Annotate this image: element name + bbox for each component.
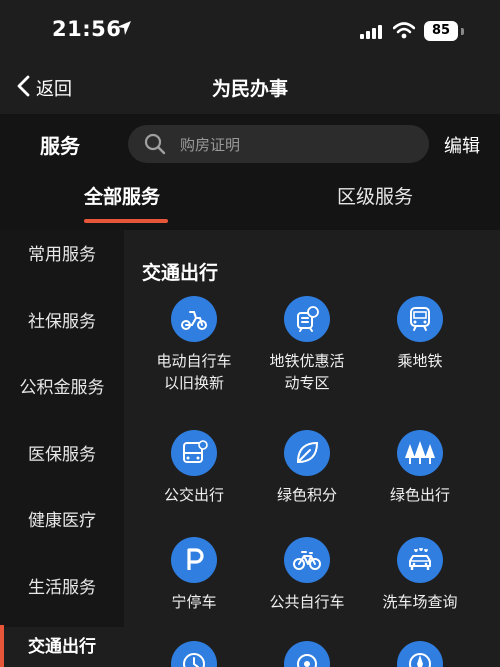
status-time: 21:56 [52,17,122,41]
page-title: 为民办事 [211,78,288,100]
bicycle-icon [284,537,330,583]
service-item[interactable]: 绿色积分 [247,430,367,506]
sidebar-item-social-security[interactable]: 社保服务 [0,302,124,342]
service-label: 电动自行车 [156,352,232,370]
bus-icon [171,430,217,476]
nav-bar: 为民办事 返回 [0,62,500,114]
tab-district-services[interactable]: 区级服务 [337,182,413,209]
service-item[interactable]: 绿色出行 [360,430,480,506]
service-item-partial[interactable] [134,641,254,667]
sidebar-item-housing-fund[interactable]: 公积金服务 [0,368,124,408]
battery-level: 85 [424,21,458,41]
service-item-partial[interactable] [360,641,480,667]
edit-button[interactable]: 编辑 [444,132,480,158]
compass-icon [397,641,443,667]
service-item[interactable]: 乘地铁 [360,296,480,372]
service-label-line2: 动专区 [284,374,330,392]
service-label: 乘地铁 [397,352,443,370]
service-label: 服务 [40,134,80,158]
sidebar-item-transport[interactable]: 交通出行 [0,627,124,667]
sidebar-item-life[interactable]: 生活服务 [0,568,124,608]
back-label: 返回 [36,79,72,100]
service-label: 地铁优惠活 [269,352,345,370]
cellular-signal-icon [360,24,382,43]
metro-icon [397,296,443,342]
search-input[interactable]: 购房证明 [128,125,429,163]
service-item-partial[interactable] [247,641,367,667]
metro-ticket-icon [284,296,330,342]
search-row: 服务 购房证明 编辑 [0,114,500,174]
service-label: 公交出行 [163,486,224,504]
service-item[interactable]: 洗车场查询 [360,537,480,613]
sidebar-item-common[interactable]: 常用服务 [0,235,124,275]
service-item[interactable]: 公共自行车 [247,537,367,613]
scooter-icon [171,296,217,342]
service-item[interactable]: 地铁优惠活 动专区 [247,296,367,394]
service-item[interactable]: 电动自行车 以旧换新 [134,296,254,394]
service-label: 洗车场查询 [382,593,458,611]
service-label: 宁停车 [171,593,217,611]
chevron-left-icon [16,75,30,101]
service-label: 绿色积分 [276,486,337,504]
sidebar-item-medical-insurance[interactable]: 医保服务 [0,435,124,475]
back-button[interactable]: 返回 [16,74,72,102]
tab-all-services[interactable]: 全部服务 [84,182,160,209]
circle-badge-icon [284,641,330,667]
service-label-line2: 以旧换新 [163,374,224,392]
parking-icon [171,537,217,583]
active-tab-indicator [84,219,168,223]
trees-icon [397,430,443,476]
service-item[interactable]: 宁停车 [134,537,254,613]
sidebar-item-health[interactable]: 健康医疗 [0,501,124,541]
search-icon [144,133,166,159]
service-grid: 交通出行 电动自行车以旧换新 地铁优惠活动专区 乘地铁 公交出行 绿色积分 [124,230,500,667]
service-item[interactable]: 公交出行 [134,430,254,506]
car-wash-icon [397,537,443,583]
service-label: 绿色出行 [389,486,450,504]
section-title: 交通出行 [142,262,219,284]
service-label: 公共自行车 [269,593,345,611]
tab-bar: 全部服务 区级服务 [0,174,500,230]
leaf-icon [284,430,330,476]
clock-icon [171,641,217,667]
location-arrow-icon [116,20,132,40]
wifi-icon [392,22,416,43]
battery-cap [461,28,464,35]
search-placeholder: 购房证明 [180,136,241,154]
sidebar-active-indicator [0,625,4,667]
status-bar: 21:56 85 [0,0,500,62]
category-sidebar: 常用服务 社保服务 公积金服务 医保服务 健康医疗 生活服务 交通出行 [0,230,124,667]
